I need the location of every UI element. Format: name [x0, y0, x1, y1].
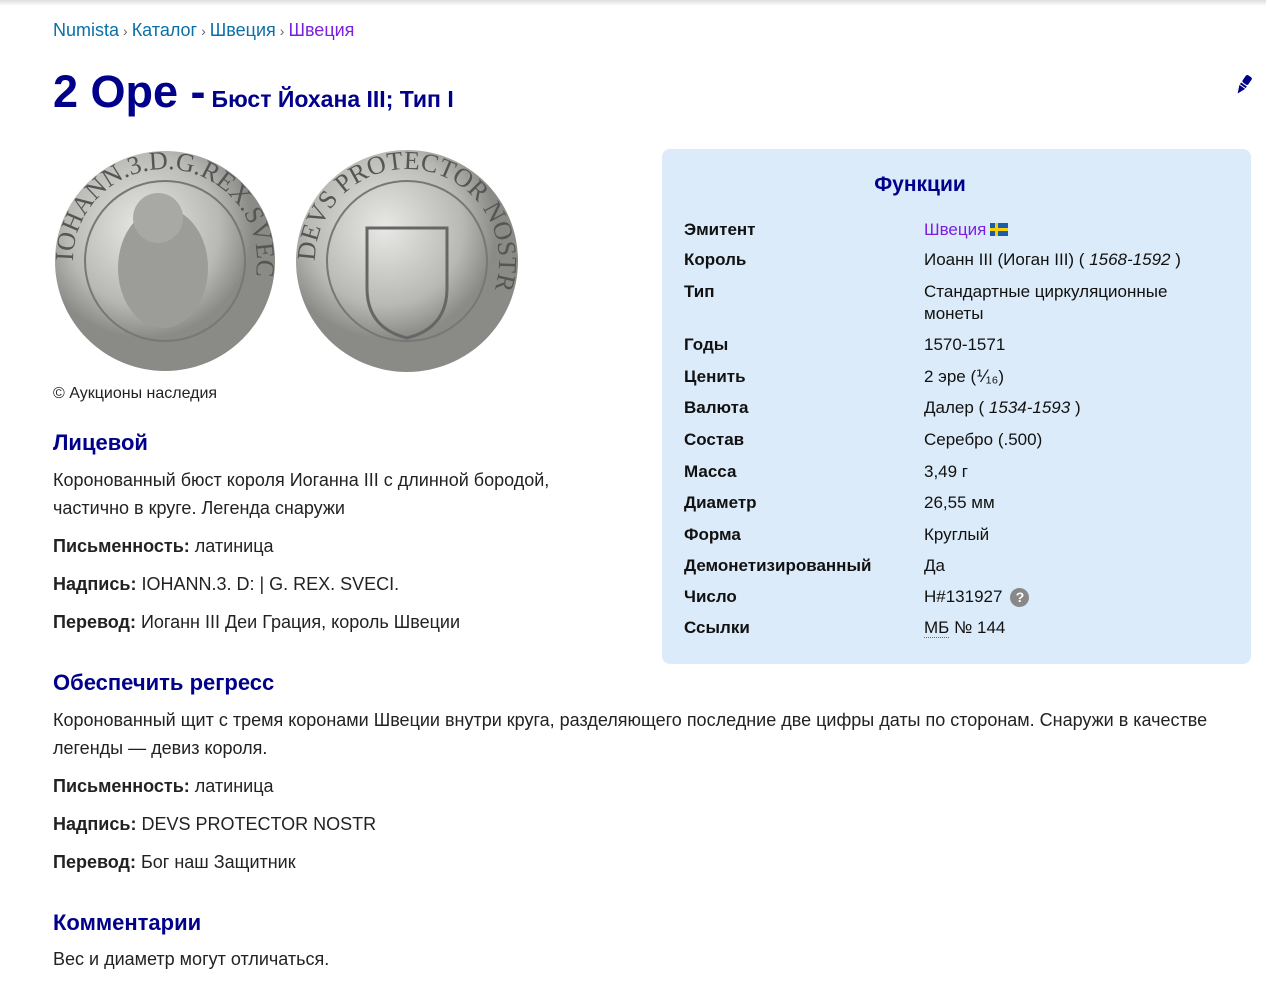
issuer-link[interactable]: Швеция	[924, 220, 986, 239]
breadcrumb-catalog[interactable]: Каталог	[132, 20, 197, 40]
reference-abbr[interactable]: МБ	[924, 618, 950, 638]
coin-reverse-image[interactable]: DEVS PROTECTOR NOSTR	[295, 148, 519, 374]
comments-heading: Комментарии	[53, 910, 202, 935]
edit-pen-icon[interactable]	[1234, 74, 1252, 101]
king-link[interactable]: Иоанн III (Иоган III)	[924, 250, 1074, 269]
breadcrumb: Numista › Каталог › Швеция › Швеция	[53, 20, 355, 40]
reverse-heading: Обеспечить регресс	[53, 670, 275, 695]
title-sub: Бюст Йохана III; Тип I	[211, 86, 454, 112]
obverse-script: Письменность: латиница	[53, 536, 274, 556]
reverse-inscription: Надпись: DEVS PROTECTOR NOSTR	[53, 814, 377, 834]
breadcrumb-sweden-current[interactable]: Швеция	[288, 20, 354, 40]
features-panel: Функции Эмитент Швеция Король Иоанн III (И…	[662, 149, 1251, 664]
breadcrumb-numista[interactable]: Numista	[53, 20, 119, 40]
reverse-script: Письменность: латиница	[53, 776, 274, 796]
top-shadow	[0, 0, 1266, 6]
breadcrumb-sweden[interactable]: Швеция	[210, 20, 276, 40]
image-credit: © Аукционы наследия	[53, 385, 218, 402]
coin-obverse-image[interactable]: IOHANN.3.D.G.REX.SVEC	[53, 148, 277, 374]
reverse-description: Коронованный щит с тремя коронами Швеции…	[53, 710, 1208, 758]
title-main: 2 Ope -	[53, 66, 206, 117]
obverse-translation: Перевод: Иоганн III Деи Грация, король Ш…	[53, 612, 460, 632]
features-heading: Функции	[874, 173, 966, 196]
sweden-flag-icon	[990, 223, 1009, 236]
page-title: 2 Ope - Бюст Йохана III; Тип I	[53, 66, 454, 118]
obverse-heading: Лицевой	[53, 430, 148, 455]
comments-text: Вес и диаметр могут отличаться.	[53, 949, 330, 969]
obverse-description: Коронованный бюст короля Иоганна III с д…	[53, 470, 550, 518]
obverse-inscription: Надпись: IOHANN.3. D: | G. REX. SVECI.	[53, 574, 400, 594]
help-icon[interactable]: ?	[1010, 588, 1030, 607]
reverse-translation: Перевод: Бог наш Защитник	[53, 852, 296, 872]
